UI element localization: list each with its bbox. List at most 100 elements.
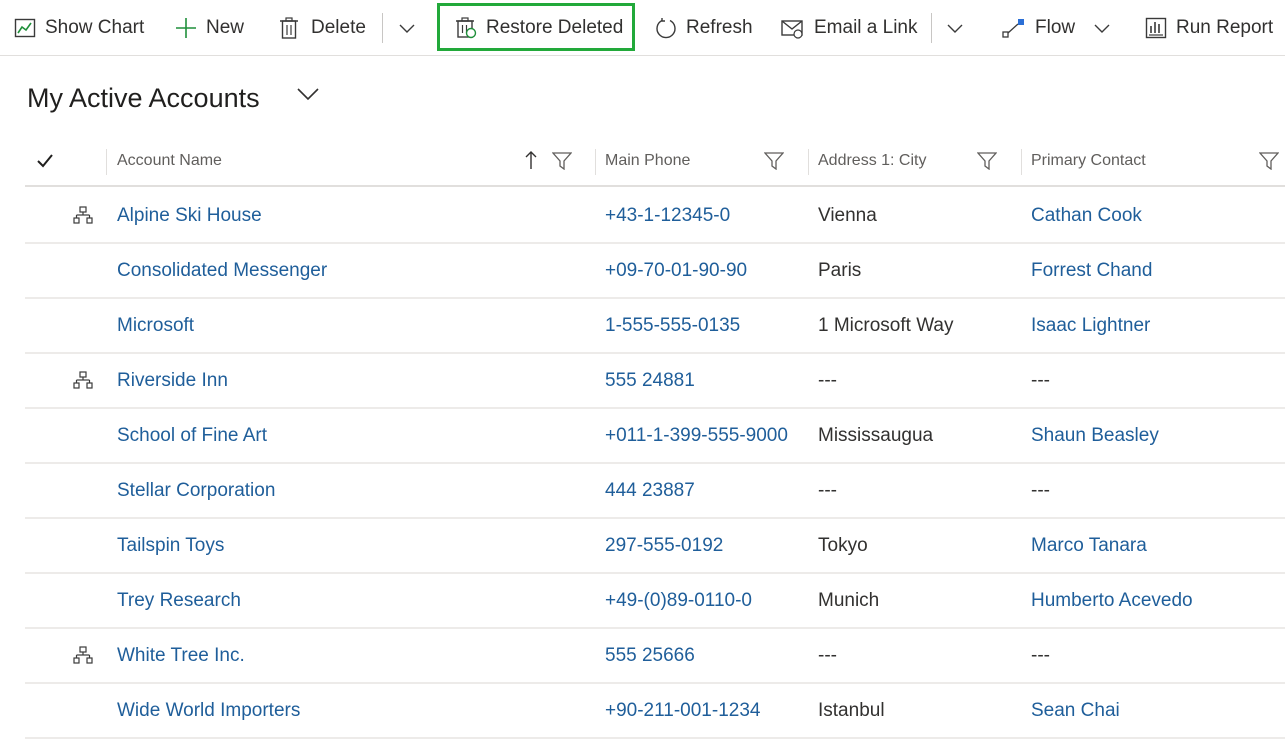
grid-body: Alpine Ski House +43-1-12345-0 Vienna Catha… [25, 189, 1285, 739]
table-row[interactable]: Wide World Importers +90-211-001-1234 Ista… [25, 684, 1285, 739]
filter-icon[interactable] [976, 152, 998, 175]
main-phone-link[interactable]: +49-(0)89-0110-0 [605, 574, 752, 627]
account-name-link[interactable]: Wide World Importers [117, 684, 300, 737]
delete-button[interactable]: Delete [279, 0, 366, 56]
hierarchy-icon[interactable] [73, 371, 93, 394]
primary-contact-link[interactable]: Cathan Cook [1031, 189, 1142, 242]
filter-icon[interactable] [551, 152, 573, 175]
table-row[interactable]: Riverside Inn 555 24881 --- --- [25, 354, 1285, 409]
table-row[interactable]: Alpine Ski House +43-1-12345-0 Vienna Catha… [25, 189, 1285, 244]
delete-label: Delete [311, 17, 366, 38]
account-name-link[interactable]: School of Fine Art [117, 409, 267, 462]
city-value: --- [818, 369, 837, 391]
main-phone-link[interactable]: +90-211-001-1234 [605, 684, 760, 737]
filter-icon[interactable] [763, 152, 785, 175]
flow-button[interactable]: Flow [1002, 0, 1111, 56]
new-label: New [206, 17, 245, 38]
account-name-link[interactable]: Riverside Inn [117, 354, 228, 407]
view-title: My Active Accounts [27, 82, 260, 113]
main-phone-link[interactable]: 297-555-0192 [605, 519, 723, 572]
chart-icon [14, 18, 36, 38]
city-value: Munich [818, 589, 880, 611]
table-row[interactable]: Microsoft 1-555-555-0135 1 Microsoft Way Is… [25, 299, 1285, 354]
account-name-link[interactable]: Alpine Ski House [117, 189, 262, 242]
email-link-icon [781, 20, 803, 39]
primary-contact-link: --- [1031, 479, 1050, 501]
run-report-label: Run Report [1176, 17, 1274, 38]
column-header-primary-contact[interactable]: Primary Contact [1031, 137, 1146, 185]
primary-contact-link[interactable]: Sean Chai [1031, 684, 1120, 737]
grid-header: Account Name Main Phone Address 1: City … [25, 137, 1285, 187]
flow-icon [1002, 19, 1024, 38]
main-phone-link[interactable]: +43-1-12345-0 [605, 189, 730, 242]
column-header-account-name[interactable]: Account Name [117, 137, 222, 185]
select-all-checkbox[interactable] [36, 137, 54, 185]
table-row[interactable]: Tailspin Toys 297-555-0192 Tokyo Marco Tana… [25, 519, 1285, 574]
new-button[interactable]: New [175, 0, 244, 56]
table-row[interactable]: Consolidated Messenger +09-70-01-90-90 Par… [25, 244, 1285, 299]
account-name-link[interactable]: Trey Research [117, 574, 241, 627]
account-name-link[interactable]: Microsoft [117, 299, 194, 352]
city-value: Istanbul [818, 699, 885, 721]
main-phone-link[interactable]: 555 24881 [605, 354, 695, 407]
more-email-dropdown[interactable] [946, 0, 964, 56]
more-delete-dropdown[interactable] [398, 0, 416, 56]
sort-ascending-icon[interactable] [524, 150, 538, 175]
report-icon [1145, 17, 1167, 39]
primary-contact-link[interactable]: Marco Tanara [1031, 519, 1147, 572]
divider [382, 13, 383, 43]
column-divider [106, 149, 107, 175]
main-phone-link[interactable]: 1-555-555-0135 [605, 299, 740, 352]
table-row[interactable]: White Tree Inc. 555 25666 --- --- [25, 629, 1285, 684]
run-report-button[interactable]: Run Report [1145, 0, 1273, 56]
hierarchy-icon[interactable] [73, 206, 93, 229]
plus-icon [176, 18, 196, 38]
show-chart-label: Show Chart [45, 17, 145, 38]
main-phone-link[interactable]: +011-1-399-555-9000 [605, 409, 788, 462]
main-phone-link[interactable]: 444 23887 [605, 464, 695, 517]
refresh-label: Refresh [686, 17, 753, 38]
account-name-link[interactable]: Stellar Corporation [117, 464, 275, 517]
divider [931, 13, 932, 43]
email-link-label: Email a Link [814, 17, 918, 38]
primary-contact-link[interactable]: Shaun Beasley [1031, 409, 1159, 462]
trash-icon [280, 17, 298, 39]
table-row[interactable]: Trey Research +49-(0)89-0110-0 Munich Humbe… [25, 574, 1285, 629]
main-phone-link[interactable]: 555 25666 [605, 629, 695, 682]
chevron-down-icon [297, 88, 319, 101]
view-selector-dropdown[interactable] [296, 86, 320, 107]
command-bar: Show Chart New Delete Restore Deleted Re… [0, 0, 1285, 56]
checkmark-icon [37, 154, 53, 168]
account-name-link[interactable]: Tailspin Toys [117, 519, 224, 572]
city-value: --- [818, 479, 837, 501]
city-value: Tokyo [818, 534, 868, 556]
table-row[interactable]: School of Fine Art +011-1-399-555-9000 Mis… [25, 409, 1285, 464]
city-value: 1 Microsoft Way [818, 314, 954, 336]
chevron-down-icon [399, 24, 415, 33]
column-header-main-phone[interactable]: Main Phone [605, 137, 690, 185]
restore-trash-icon [456, 17, 477, 39]
chevron-down-icon [947, 24, 963, 33]
primary-contact-link: --- [1031, 369, 1050, 391]
primary-contact-link[interactable]: Humberto Acevedo [1031, 574, 1193, 627]
city-value: Paris [818, 259, 862, 281]
column-divider [595, 149, 596, 175]
primary-contact-link[interactable]: Isaac Lightner [1031, 299, 1150, 352]
table-row[interactable]: Stellar Corporation 444 23887 --- --- [25, 464, 1285, 519]
restore-deleted-button[interactable]: Restore Deleted [455, 0, 623, 56]
refresh-button[interactable]: Refresh [655, 0, 753, 56]
filter-icon[interactable] [1258, 152, 1280, 175]
email-link-button[interactable]: Email a Link [781, 0, 918, 56]
account-name-link[interactable]: Consolidated Messenger [117, 244, 327, 297]
column-divider [1021, 149, 1022, 175]
column-header-city[interactable]: Address 1: City [818, 137, 926, 185]
chevron-down-icon [1094, 24, 1110, 33]
account-name-link[interactable]: White Tree Inc. [117, 629, 245, 682]
city-value: Mississaugua [818, 424, 934, 446]
hierarchy-icon[interactable] [73, 646, 93, 669]
column-divider [808, 149, 809, 175]
primary-contact-link[interactable]: Forrest Chand [1031, 244, 1152, 297]
flow-label: Flow [1035, 17, 1076, 38]
main-phone-link[interactable]: +09-70-01-90-90 [605, 244, 747, 297]
show-chart-button[interactable]: Show Chart [14, 0, 144, 56]
